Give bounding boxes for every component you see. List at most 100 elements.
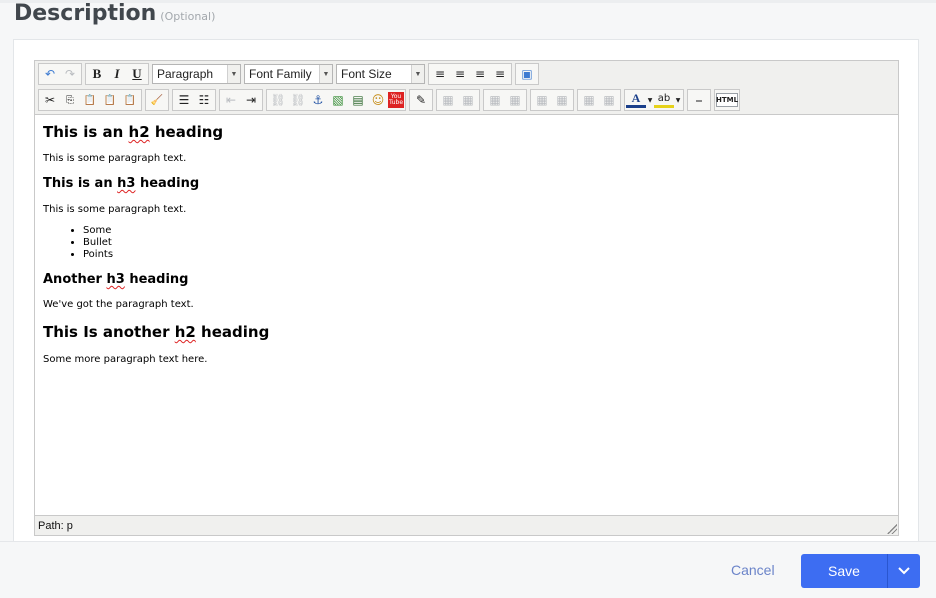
heading-text: heading [135, 176, 200, 191]
section-title-text: Description [14, 1, 157, 26]
indent-group: ⇤ ⇥ [219, 89, 263, 111]
fullscreen-icon[interactable]: ▣ [517, 64, 537, 84]
toolbar-row-1: ↶ ↷ B I U Paragraph ▼ Font Family ▼ Font… [38, 62, 542, 86]
text-style-group: B I U [85, 63, 149, 85]
table-group-d: ▦ ▦ [577, 89, 621, 111]
paste-text-icon[interactable]: 📋 [100, 90, 120, 110]
unlink-icon[interactable]: ⛓ [288, 90, 308, 110]
media-icon[interactable]: ▤ [348, 90, 368, 110]
misspelled-word: h3 [106, 272, 125, 287]
numbered-list-icon[interactable]: ☷ [194, 90, 214, 110]
paragraph: We've got the paragraph text. [43, 299, 194, 310]
save-menu-button[interactable] [888, 567, 920, 575]
font-size-value: Font Size [341, 67, 392, 81]
cleanup-icon[interactable]: 🧹 [147, 90, 167, 110]
section-title: Description (Optional) [14, 1, 215, 26]
fullscreen-group: ▣ [515, 63, 539, 85]
table-delete-col-icon[interactable]: ▦ [552, 90, 572, 110]
undo-redo-group: ↶ ↷ [38, 63, 82, 85]
insert-group: ⛓ ⛓ ⚓ ▧ ▤ ☺ You Tube [266, 89, 406, 111]
block-format-select[interactable]: Paragraph ▼ [152, 64, 241, 84]
heading-text: Another [43, 272, 107, 287]
color-group: A ▼ ab ▼ [624, 89, 684, 111]
hr-group: ⎯ [687, 89, 711, 111]
edit-icon[interactable]: ✎ [411, 90, 431, 110]
paste-icon[interactable]: 📋 [80, 90, 100, 110]
table-cell-icon[interactable]: ▦ [458, 90, 478, 110]
table-group-a: ▦ ▦ [436, 89, 480, 111]
table-split-icon[interactable]: ▦ [579, 90, 599, 110]
table-row-icon[interactable]: ▦ [438, 90, 458, 110]
bullet-list: Some Bullet Points [43, 225, 113, 261]
list-item: Some [83, 225, 113, 237]
anchor-icon[interactable]: ⚓ [308, 90, 328, 110]
image-icon[interactable]: ▧ [328, 90, 348, 110]
heading-h2: This is an h2 heading [43, 123, 223, 141]
bold-button[interactable]: B [87, 64, 107, 84]
redo-icon[interactable]: ↷ [60, 64, 80, 84]
resize-grip-icon[interactable] [887, 524, 897, 534]
text-color-icon[interactable]: A [626, 91, 646, 108]
link-icon[interactable]: ⛓ [268, 90, 288, 110]
heading-text: This is an [43, 176, 118, 191]
editor-toolbar: ↶ ↷ B I U Paragraph ▼ Font Family ▼ Font… [35, 61, 898, 115]
element-path[interactable]: Path: p [38, 520, 73, 532]
font-size-select[interactable]: Font Size ▼ [336, 64, 425, 84]
paragraph: This is some paragraph text. [43, 153, 187, 164]
heading-h2: This Is another h2 heading [43, 323, 269, 341]
optional-label: (Optional) [160, 10, 216, 23]
chevron-down-icon[interactable]: ▼ [319, 65, 332, 83]
block-format-value: Paragraph [157, 67, 214, 81]
cut-icon[interactable]: ✂ [40, 90, 60, 110]
indent-icon[interactable]: ⇥ [241, 90, 261, 110]
copy-icon[interactable]: ⎘ [60, 90, 80, 110]
rich-text-editor: ↶ ↷ B I U Paragraph ▼ Font Family ▼ Font… [34, 60, 899, 536]
chevron-down-icon[interactable]: ▼ [674, 90, 682, 110]
table-merge-icon[interactable]: ▦ [599, 90, 619, 110]
html-group: HTML [714, 89, 740, 111]
editor-statusbar: Path: p [35, 515, 898, 535]
align-justify-icon[interactable]: ≡ [490, 64, 510, 84]
undo-icon[interactable]: ↶ [40, 64, 60, 84]
bullet-list-icon[interactable]: ☰ [174, 90, 194, 110]
heading-text: heading [124, 272, 189, 287]
chevron-down-icon [898, 567, 910, 575]
save-split-button: Save [801, 554, 920, 588]
cancel-button[interactable]: Cancel [731, 562, 775, 578]
table-group-c: ▦ ▦ [530, 89, 574, 111]
youtube-icon[interactable]: You Tube [388, 92, 404, 108]
toolbar-row-2: ✂ ⎘ 📋 📋 📋 🧹 ☰ ☷ ⇤ ⇥ ⛓ ⛓ ⚓ ▧ ▤ ☺ You Tube… [38, 88, 743, 112]
edit-group: ✎ [409, 89, 433, 111]
table-group-b: ▦ ▦ [483, 89, 527, 111]
alignment-group: ≡ ≡ ≡ ≡ [428, 63, 512, 85]
heading-h3: This is an h3 heading [43, 176, 199, 191]
align-left-icon[interactable]: ≡ [430, 64, 450, 84]
font-family-select[interactable]: Font Family ▼ [244, 64, 333, 84]
paste-word-icon[interactable]: 📋 [120, 90, 140, 110]
misspelled-word: h2 [174, 323, 196, 341]
misspelled-word: h2 [128, 123, 150, 141]
table-insert-row-icon[interactable]: ▦ [485, 90, 505, 110]
list-item: Points [83, 249, 113, 261]
emotion-icon[interactable]: ☺ [368, 90, 388, 110]
chevron-down-icon[interactable]: ▼ [646, 90, 654, 110]
save-button[interactable]: Save [801, 563, 887, 579]
chevron-down-icon[interactable]: ▼ [411, 65, 424, 83]
table-delete-row-icon[interactable]: ▦ [505, 90, 525, 110]
clipboard-group: ✂ ⎘ 📋 📋 📋 [38, 89, 142, 111]
paragraph: Some more paragraph text here. [43, 354, 208, 365]
heading-text: heading [149, 123, 224, 141]
align-center-icon[interactable]: ≡ [450, 64, 470, 84]
highlight-color-icon[interactable]: ab [654, 92, 674, 108]
table-insert-col-icon[interactable]: ▦ [532, 90, 552, 110]
footer-bar [0, 541, 936, 598]
align-right-icon[interactable]: ≡ [470, 64, 490, 84]
list-item: Bullet [83, 237, 113, 249]
underline-button[interactable]: U [127, 64, 147, 84]
italic-button[interactable]: I [107, 64, 127, 84]
outdent-icon[interactable]: ⇤ [221, 90, 241, 110]
chevron-down-icon[interactable]: ▼ [227, 65, 240, 83]
horizontal-rule-icon[interactable]: ⎯ [689, 90, 709, 110]
heading-h3: Another h3 heading [43, 272, 189, 287]
html-source-icon[interactable]: HTML [716, 93, 738, 107]
